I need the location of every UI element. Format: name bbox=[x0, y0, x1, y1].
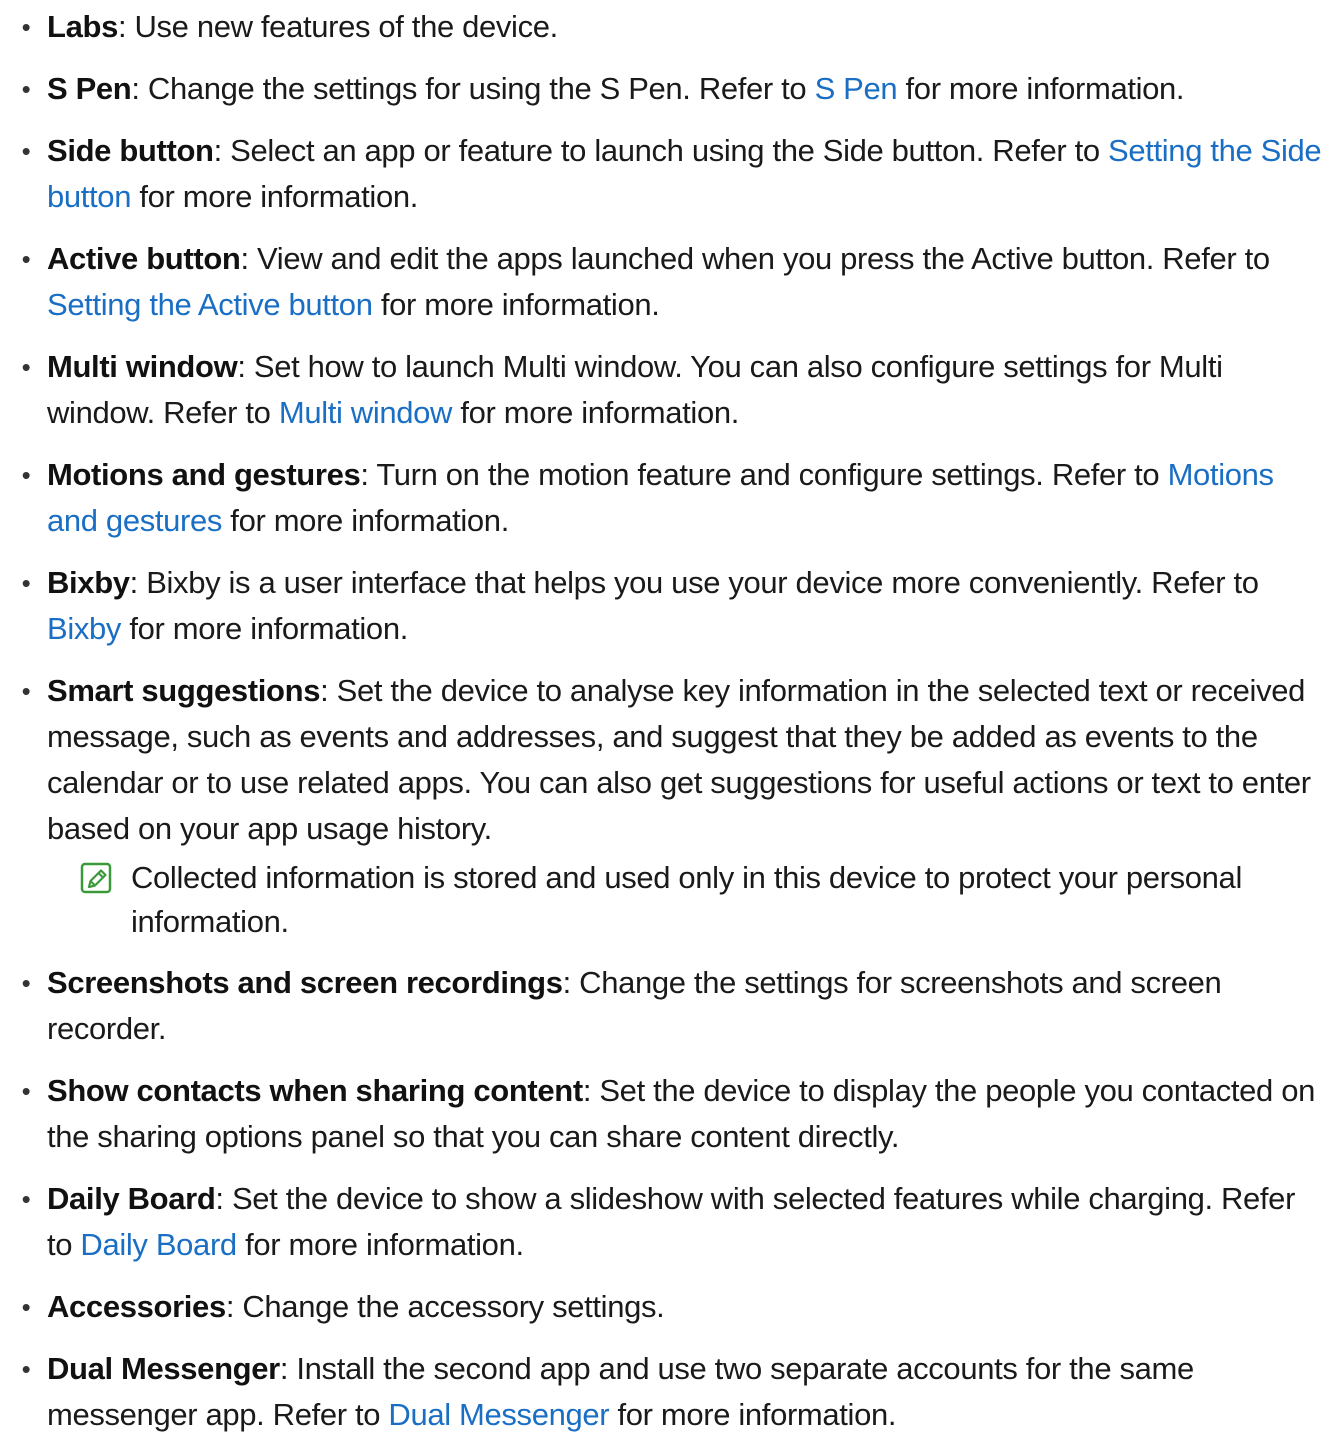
item-term: Smart suggestions bbox=[47, 673, 321, 708]
item-description: : Bixby is a user interface that helps y… bbox=[129, 565, 1259, 600]
item-description-end: for more information. bbox=[222, 503, 509, 538]
item-description: : View and edit the apps launched when y… bbox=[240, 241, 1271, 276]
list-item-motions-and-gestures: • Motions and gestures: Turn on the moti… bbox=[14, 452, 1323, 544]
bullet: • bbox=[21, 968, 31, 998]
bullet: • bbox=[21, 1076, 31, 1106]
bullet: • bbox=[21, 12, 31, 42]
item-term: Active button bbox=[47, 241, 241, 276]
list-item-side-button: • Side button: Select an app or feature … bbox=[14, 128, 1323, 220]
item-description: : Change the settings for using the S Pe… bbox=[131, 71, 815, 106]
item-term: Show contacts when sharing content bbox=[47, 1073, 583, 1108]
item-description-end: for more information. bbox=[609, 1397, 897, 1432]
item-term: Daily Board bbox=[47, 1181, 216, 1216]
item-description: : Select an app or feature to launch usi… bbox=[213, 133, 1109, 168]
list-item-multi-window: • Multi window: Set how to launch Multi … bbox=[14, 344, 1323, 436]
item-description: : Turn on the motion feature and configu… bbox=[360, 457, 1168, 492]
bullet: • bbox=[21, 136, 31, 166]
item-term: Accessories bbox=[47, 1289, 226, 1324]
item-term: Dual Messenger bbox=[47, 1351, 280, 1386]
item-term: S Pen bbox=[47, 71, 132, 106]
item-term: Motions and gestures bbox=[47, 457, 361, 492]
list-item-daily-board: • Daily Board: Set the device to show a … bbox=[14, 1176, 1323, 1268]
list-item-labs: • Labs: Use new features of the device. bbox=[14, 4, 1323, 50]
link-setting-the-active-button[interactable]: Setting the Active button bbox=[47, 287, 373, 322]
bullet: • bbox=[21, 1184, 31, 1214]
bullet: • bbox=[21, 352, 31, 382]
list-item-accessories: • Accessories: Change the accessory sett… bbox=[14, 1284, 1323, 1330]
bullet: • bbox=[21, 1354, 31, 1384]
item-description: : Change the accessory settings. bbox=[225, 1289, 665, 1324]
item-term: Screenshots and screen recordings bbox=[47, 965, 563, 1000]
bullet: • bbox=[21, 1292, 31, 1322]
bullet: • bbox=[21, 244, 31, 274]
list-item-show-contacts-when-sharing-content: • Show contacts when sharing content: Se… bbox=[14, 1068, 1323, 1160]
item-term: Bixby bbox=[47, 565, 130, 600]
link-bixby[interactable]: Bixby bbox=[47, 611, 121, 646]
list-item-dual-messenger: • Dual Messenger: Install the second app… bbox=[14, 1346, 1323, 1438]
bullet: • bbox=[21, 676, 31, 706]
item-description-end: for more information. bbox=[236, 1227, 524, 1262]
item-description-end: for more information. bbox=[452, 395, 739, 430]
bullet: • bbox=[21, 568, 31, 598]
item-term: Multi window bbox=[47, 349, 238, 384]
settings-list: • Labs: Use new features of the device. … bbox=[14, 4, 1323, 1438]
bullet: • bbox=[21, 460, 31, 490]
link-dual-messenger[interactable]: Dual Messenger bbox=[388, 1397, 609, 1432]
item-term: Side button bbox=[47, 133, 214, 168]
item-term: Labs bbox=[47, 9, 118, 44]
item-description-end: for more information. bbox=[897, 71, 1185, 106]
link-daily-board[interactable]: Daily Board bbox=[80, 1227, 237, 1262]
note-pencil-icon bbox=[80, 862, 112, 894]
list-item-smart-suggestions: • Smart suggestions: Set the device to a… bbox=[14, 668, 1323, 944]
list-item-bixby: • Bixby: Bixby is a user interface that … bbox=[14, 560, 1323, 652]
note-text: Collected information is stored and used… bbox=[131, 860, 1242, 939]
list-item-active-button: • Active button: View and edit the apps … bbox=[14, 236, 1323, 328]
list-item-s-pen: • S Pen: Change the settings for using t… bbox=[14, 66, 1323, 112]
item-description: : Use new features of the device. bbox=[117, 9, 558, 44]
list-item-screenshots-and-screen-recordings: • Screenshots and screen recordings: Cha… bbox=[14, 960, 1323, 1052]
item-description-end: for more information. bbox=[131, 179, 418, 214]
note-box: Collected information is stored and used… bbox=[47, 856, 1323, 944]
bullet: • bbox=[21, 74, 31, 104]
item-description-end: for more information. bbox=[372, 287, 660, 322]
link-multi-window[interactable]: Multi window bbox=[279, 395, 453, 430]
item-description-end: for more information. bbox=[121, 611, 408, 646]
document-page: • Labs: Use new features of the device. … bbox=[0, 0, 1341, 1441]
link-s-pen[interactable]: S Pen bbox=[815, 71, 898, 106]
